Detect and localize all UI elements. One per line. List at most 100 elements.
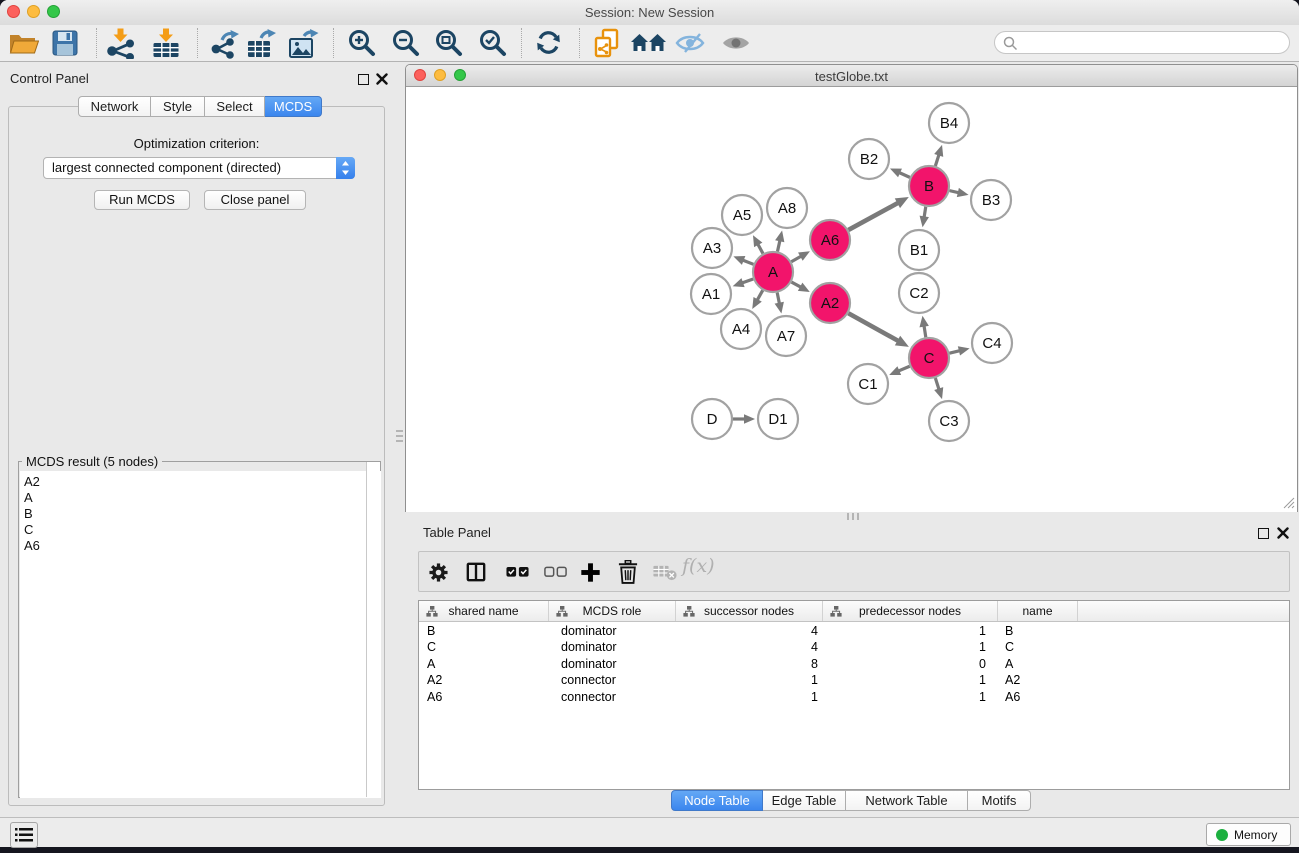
zoom-fit-icon[interactable] [434, 28, 463, 57]
table-cell[interactable]: C [1005, 639, 1014, 655]
hide-graphics-details-icon[interactable] [675, 32, 707, 54]
arrowhead [744, 414, 755, 424]
delete-table-icon[interactable] [652, 565, 678, 581]
table-cell[interactable]: A [427, 656, 435, 672]
delete-column-icon[interactable] [618, 560, 638, 584]
criterion-value: largest connected component (directed) [52, 160, 281, 175]
node-label-B3: B3 [982, 192, 1000, 209]
node-label-D1: D1 [768, 411, 787, 428]
table-cell[interactable]: A [1005, 656, 1013, 672]
open-file-icon[interactable] [9, 32, 39, 56]
column-header-shared-name[interactable]: shared name [419, 601, 549, 621]
save-session-icon[interactable] [52, 30, 78, 56]
mcds-result-item[interactable]: A2 [20, 474, 381, 490]
float-panel-icon[interactable] [358, 74, 369, 85]
network-graph: AA1A2A3A4A5A6A7A8BB1B2B3B4CC1C2C3C4DD1 [406, 88, 1297, 512]
column-header-predecessor-nodes[interactable]: predecessor nodes [823, 601, 998, 621]
table-cell[interactable]: dominator [561, 656, 617, 672]
table-cell[interactable]: A2 [1005, 672, 1020, 688]
task-history-button[interactable] [10, 822, 38, 848]
table-cell[interactable]: 1 [823, 639, 986, 655]
column-header-successor-nodes[interactable]: successor nodes [676, 601, 823, 621]
table-cell[interactable]: 1 [823, 689, 986, 705]
tab-node-table[interactable]: Node Table [671, 790, 763, 811]
table-cell[interactable]: 8 [676, 656, 818, 672]
tab-select[interactable]: Select [205, 96, 265, 117]
edge-A2-C[interactable] [848, 313, 899, 341]
vertical-splitter-handle[interactable] [396, 428, 403, 444]
column-header-label: name [1022, 604, 1052, 618]
tab-edge-table[interactable]: Edge Table [763, 790, 846, 811]
tab-network[interactable]: Network [78, 96, 151, 117]
mcds-result-item[interactable]: A6 [20, 538, 381, 554]
tab-motifs[interactable]: Motifs [968, 790, 1031, 811]
node-label-D: D [707, 411, 718, 428]
table-cell[interactable]: B [427, 623, 435, 639]
table-cell[interactable]: 1 [676, 672, 818, 688]
tab-mcds[interactable]: MCDS [265, 96, 322, 117]
gear-icon[interactable] [429, 563, 448, 582]
run-mcds-button[interactable]: Run MCDS [94, 190, 190, 210]
select-all-columns-icon[interactable] [506, 566, 529, 578]
control-panel-tabs: NetworkStyleSelectMCDS [78, 96, 322, 117]
table-cell[interactable]: A6 [1005, 689, 1020, 705]
table-cell[interactable]: connector [561, 672, 616, 688]
unselect-all-columns-icon[interactable] [544, 566, 567, 578]
column-header-name[interactable]: name [998, 601, 1078, 621]
mcds-result-item[interactable]: A [20, 490, 381, 506]
refresh-view-icon[interactable] [535, 29, 562, 56]
table-cell[interactable]: 0 [823, 656, 986, 672]
export-image-icon[interactable] [288, 29, 321, 59]
search-input[interactable] [1021, 34, 1281, 51]
tab-network-table[interactable]: Network Table [846, 790, 968, 811]
table-cell[interactable]: 1 [823, 623, 986, 639]
search-icon [1003, 36, 1018, 51]
table-cell[interactable]: dominator [561, 639, 617, 655]
table-cell[interactable]: connector [561, 689, 616, 705]
table-close-panel-icon[interactable] [1277, 527, 1289, 539]
arrowhead [920, 216, 929, 228]
table-cell[interactable]: dominator [561, 623, 617, 639]
column-header-MCDS-role[interactable]: MCDS role [549, 601, 676, 621]
memory-button[interactable]: Memory [1206, 823, 1291, 846]
table-float-panel-icon[interactable] [1258, 528, 1269, 539]
close-panel-button[interactable]: Close panel [204, 190, 306, 210]
arrowhead [934, 387, 943, 399]
network-canvas[interactable]: AA1A2A3A4A5A6A7A8BB1B2B3B4CC1C2C3C4DD1 [406, 88, 1297, 512]
mcds-result-item[interactable]: C [20, 522, 381, 538]
function-builder-icon[interactable]: f(x) [682, 555, 715, 577]
horizontal-splitter-handle[interactable] [845, 513, 861, 520]
table-cell[interactable]: C [427, 639, 436, 655]
zoom-out-icon[interactable] [391, 28, 420, 57]
criterion-dropdown[interactable]: largest connected component (directed) [43, 157, 355, 179]
export-network-icon[interactable] [210, 29, 243, 59]
show-hide-panel-icon[interactable] [721, 33, 752, 53]
import-network-icon[interactable] [105, 28, 137, 59]
node-label-A3: A3 [703, 240, 721, 257]
edge-A6-B[interactable] [848, 202, 899, 230]
zoom-in-icon[interactable] [347, 28, 376, 57]
mcds-result-item[interactable]: B [20, 506, 381, 522]
result-scrollbar[interactable] [366, 462, 380, 797]
import-table-icon[interactable] [151, 28, 181, 59]
zoom-selected-icon[interactable] [478, 28, 507, 57]
home-view-icon[interactable] [630, 32, 667, 54]
table-cell[interactable]: 1 [676, 689, 818, 705]
show-columns-icon[interactable] [466, 562, 486, 582]
table-cell[interactable]: A6 [427, 689, 442, 705]
export-table-icon[interactable] [246, 29, 278, 59]
new-network-from-selection-icon[interactable] [592, 28, 621, 59]
dropdown-stepper-icon [336, 157, 355, 179]
close-panel-icon[interactable] [376, 73, 388, 85]
column-type-icon [556, 606, 568, 617]
table-cell[interactable]: A2 [427, 672, 442, 688]
table-cell[interactable]: 4 [676, 623, 818, 639]
table-cell[interactable]: 4 [676, 639, 818, 655]
resize-grip-icon[interactable] [1282, 496, 1295, 509]
tab-style[interactable]: Style [151, 96, 205, 117]
table-cell[interactable]: 1 [823, 672, 986, 688]
add-column-icon[interactable] [580, 562, 601, 583]
table-cell[interactable]: B [1005, 623, 1013, 639]
node-label-C1: C1 [858, 376, 877, 393]
status-bar: Memory [0, 817, 1299, 847]
